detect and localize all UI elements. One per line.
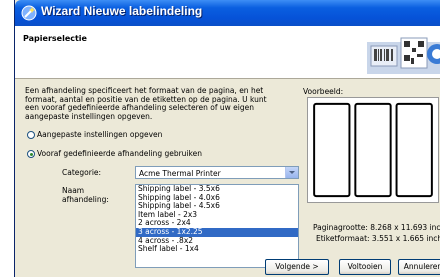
preview-label-column [354, 102, 392, 198]
custom-settings-label: Aangepaste instellingen opgeven [37, 130, 163, 139]
wizard-wand-icon [21, 5, 37, 21]
label-header-graphic [367, 37, 440, 74]
wizard-header: Papierselectie [15, 26, 440, 79]
cancel-button[interactable]: Annuleren [398, 259, 440, 275]
category-dropdown[interactable]: Acme Thermal Printer [135, 166, 299, 179]
category-value: Acme Thermal Printer [139, 169, 221, 178]
next-button[interactable]: Volgende > [265, 259, 329, 275]
preview-label-column [395, 102, 433, 198]
predefined-handling-radio[interactable]: Vooraf gedefinieerde afhandeling gebruik… [27, 149, 202, 158]
custom-settings-radio[interactable]: Aangepaste instellingen opgeven [27, 130, 162, 139]
page-size-text: Paginagrootte: 8.268 x 11.693 inch [313, 223, 440, 232]
handling-listbox[interactable]: Shipping label - 3.5x6 Shipping label - 4… [135, 184, 299, 268]
chevron-down-icon[interactable] [285, 167, 298, 178]
description-text: Een afhandeling specificeert het formaat… [25, 86, 267, 121]
wizard-window: Wizard Nieuwe labelindeling Papierselect… [14, 0, 440, 277]
page-title: Papierselectie [23, 34, 87, 43]
radio-circle [27, 130, 35, 139]
preview-label: Voorbeeld: [303, 87, 344, 96]
predefined-handling-label: Vooraf gedefinieerde afhandeling gebruik… [37, 149, 202, 158]
handling-name-label-line2: afhandeling: [62, 195, 109, 204]
title-bar[interactable]: Wizard Nieuwe labelindeling [15, 0, 440, 26]
handling-name-label: Naam [62, 186, 85, 195]
window-title: Wizard Nieuwe labelindeling [41, 4, 203, 18]
label-size-text: Etiketformaat: 3.551 x 1.665 inch [316, 234, 440, 243]
label-preview [307, 97, 439, 203]
category-label: Categorie: [62, 168, 102, 177]
handling-list-item[interactable]: Shelf label - 1x4 [136, 245, 298, 254]
radio-circle-selected [27, 149, 35, 158]
preview-label-column [313, 102, 351, 198]
finish-button[interactable]: Voltooien [339, 259, 391, 275]
